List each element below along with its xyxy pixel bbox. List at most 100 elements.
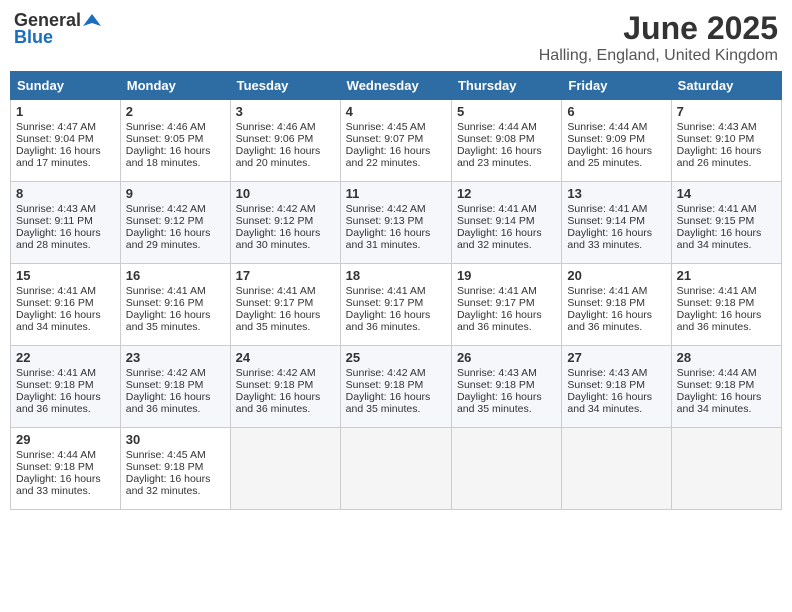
day-number: 15 — [16, 268, 115, 283]
day-number: 26 — [457, 350, 556, 365]
daylight-label: Daylight: 16 hours and 25 minutes. — [567, 145, 652, 169]
page-header: General Blue June 2025 Halling, England,… — [10, 10, 782, 65]
day-number: 19 — [457, 268, 556, 283]
calendar-cell — [230, 428, 340, 510]
sunrise-label: Sunrise: 4:42 AM — [236, 203, 316, 215]
logo-blue-text: Blue — [14, 27, 53, 48]
daylight-label: Daylight: 16 hours and 35 minutes. — [457, 391, 542, 415]
daylight-label: Daylight: 16 hours and 20 minutes. — [236, 145, 321, 169]
sunset-label: Sunset: 9:04 PM — [16, 133, 94, 145]
calendar-week-row: 29 Sunrise: 4:44 AM Sunset: 9:18 PM Dayl… — [11, 428, 782, 510]
day-number: 4 — [346, 104, 446, 119]
day-number: 25 — [346, 350, 446, 365]
sunrise-label: Sunrise: 4:44 AM — [16, 449, 96, 461]
daylight-label: Daylight: 16 hours and 36 minutes. — [567, 309, 652, 333]
sunrise-label: Sunrise: 4:41 AM — [236, 285, 316, 297]
sunrise-label: Sunrise: 4:41 AM — [126, 285, 206, 297]
sunrise-label: Sunrise: 4:45 AM — [346, 121, 426, 133]
day-number: 14 — [677, 186, 776, 201]
calendar-cell: 1 Sunrise: 4:47 AM Sunset: 9:04 PM Dayli… — [11, 100, 121, 182]
sunrise-label: Sunrise: 4:42 AM — [236, 367, 316, 379]
sunrise-label: Sunrise: 4:41 AM — [457, 203, 537, 215]
header-thursday: Thursday — [451, 72, 561, 100]
calendar-cell: 22 Sunrise: 4:41 AM Sunset: 9:18 PM Dayl… — [11, 346, 121, 428]
daylight-label: Daylight: 16 hours and 34 minutes. — [677, 391, 762, 415]
sunrise-label: Sunrise: 4:46 AM — [126, 121, 206, 133]
logo-bird-icon — [83, 12, 101, 30]
daylight-label: Daylight: 16 hours and 36 minutes. — [677, 309, 762, 333]
sunrise-label: Sunrise: 4:42 AM — [126, 367, 206, 379]
day-number: 7 — [677, 104, 776, 119]
daylight-label: Daylight: 16 hours and 32 minutes. — [457, 227, 542, 251]
daylight-label: Daylight: 16 hours and 34 minutes. — [16, 309, 101, 333]
day-number: 3 — [236, 104, 335, 119]
sunset-label: Sunset: 9:18 PM — [126, 379, 204, 391]
sunrise-label: Sunrise: 4:43 AM — [677, 121, 757, 133]
sunset-label: Sunset: 9:18 PM — [236, 379, 314, 391]
sunrise-label: Sunrise: 4:41 AM — [567, 285, 647, 297]
calendar-cell: 30 Sunrise: 4:45 AM Sunset: 9:18 PM Dayl… — [120, 428, 230, 510]
calendar-cell: 4 Sunrise: 4:45 AM Sunset: 9:07 PM Dayli… — [340, 100, 451, 182]
calendar-cell: 5 Sunrise: 4:44 AM Sunset: 9:08 PM Dayli… — [451, 100, 561, 182]
sunset-label: Sunset: 9:09 PM — [567, 133, 645, 145]
calendar-cell: 20 Sunrise: 4:41 AM Sunset: 9:18 PM Dayl… — [562, 264, 671, 346]
daylight-label: Daylight: 16 hours and 28 minutes. — [16, 227, 101, 251]
calendar-cell: 23 Sunrise: 4:42 AM Sunset: 9:18 PM Dayl… — [120, 346, 230, 428]
day-number: 11 — [346, 186, 446, 201]
sunset-label: Sunset: 9:18 PM — [126, 461, 204, 473]
sunset-label: Sunset: 9:06 PM — [236, 133, 314, 145]
day-number: 21 — [677, 268, 776, 283]
sunset-label: Sunset: 9:07 PM — [346, 133, 424, 145]
sunset-label: Sunset: 9:18 PM — [16, 461, 94, 473]
daylight-label: Daylight: 16 hours and 36 minutes. — [346, 309, 431, 333]
sunrise-label: Sunrise: 4:47 AM — [16, 121, 96, 133]
sunset-label: Sunset: 9:18 PM — [567, 297, 645, 309]
day-number: 10 — [236, 186, 335, 201]
daylight-label: Daylight: 16 hours and 33 minutes. — [16, 473, 101, 497]
month-title: June 2025 — [539, 10, 778, 47]
day-number: 13 — [567, 186, 665, 201]
calendar-cell: 27 Sunrise: 4:43 AM Sunset: 9:18 PM Dayl… — [562, 346, 671, 428]
calendar-cell: 3 Sunrise: 4:46 AM Sunset: 9:06 PM Dayli… — [230, 100, 340, 182]
header-monday: Monday — [120, 72, 230, 100]
daylight-label: Daylight: 16 hours and 26 minutes. — [677, 145, 762, 169]
daylight-label: Daylight: 16 hours and 22 minutes. — [346, 145, 431, 169]
daylight-label: Daylight: 16 hours and 35 minutes. — [346, 391, 431, 415]
day-number: 9 — [126, 186, 225, 201]
day-number: 16 — [126, 268, 225, 283]
daylight-label: Daylight: 16 hours and 32 minutes. — [126, 473, 211, 497]
header-tuesday: Tuesday — [230, 72, 340, 100]
daylight-label: Daylight: 16 hours and 23 minutes. — [457, 145, 542, 169]
calendar-cell — [562, 428, 671, 510]
sunrise-label: Sunrise: 4:46 AM — [236, 121, 316, 133]
sunrise-label: Sunrise: 4:41 AM — [567, 203, 647, 215]
header-friday: Friday — [562, 72, 671, 100]
sunset-label: Sunset: 9:14 PM — [567, 215, 645, 227]
daylight-label: Daylight: 16 hours and 18 minutes. — [126, 145, 211, 169]
sunrise-label: Sunrise: 4:44 AM — [567, 121, 647, 133]
sunrise-label: Sunrise: 4:43 AM — [457, 367, 537, 379]
sunrise-label: Sunrise: 4:41 AM — [677, 285, 757, 297]
calendar-cell: 28 Sunrise: 4:44 AM Sunset: 9:18 PM Dayl… — [671, 346, 781, 428]
sunset-label: Sunset: 9:18 PM — [567, 379, 645, 391]
day-number: 29 — [16, 432, 115, 447]
daylight-label: Daylight: 16 hours and 17 minutes. — [16, 145, 101, 169]
daylight-label: Daylight: 16 hours and 36 minutes. — [16, 391, 101, 415]
sunset-label: Sunset: 9:18 PM — [677, 297, 755, 309]
calendar-cell: 29 Sunrise: 4:44 AM Sunset: 9:18 PM Dayl… — [11, 428, 121, 510]
sunrise-label: Sunrise: 4:45 AM — [126, 449, 206, 461]
day-number: 1 — [16, 104, 115, 119]
title-block: June 2025 Halling, England, United Kingd… — [539, 10, 778, 65]
sunset-label: Sunset: 9:15 PM — [677, 215, 755, 227]
calendar-cell: 21 Sunrise: 4:41 AM Sunset: 9:18 PM Dayl… — [671, 264, 781, 346]
daylight-label: Daylight: 16 hours and 34 minutes. — [677, 227, 762, 251]
location-title: Halling, England, United Kingdom — [539, 47, 778, 65]
daylight-label: Daylight: 16 hours and 36 minutes. — [457, 309, 542, 333]
daylight-label: Daylight: 16 hours and 36 minutes. — [236, 391, 321, 415]
sunset-label: Sunset: 9:12 PM — [126, 215, 204, 227]
calendar-cell: 8 Sunrise: 4:43 AM Sunset: 9:11 PM Dayli… — [11, 182, 121, 264]
sunrise-label: Sunrise: 4:42 AM — [126, 203, 206, 215]
calendar-cell: 12 Sunrise: 4:41 AM Sunset: 9:14 PM Dayl… — [451, 182, 561, 264]
calendar-week-row: 22 Sunrise: 4:41 AM Sunset: 9:18 PM Dayl… — [11, 346, 782, 428]
calendar-cell — [340, 428, 451, 510]
